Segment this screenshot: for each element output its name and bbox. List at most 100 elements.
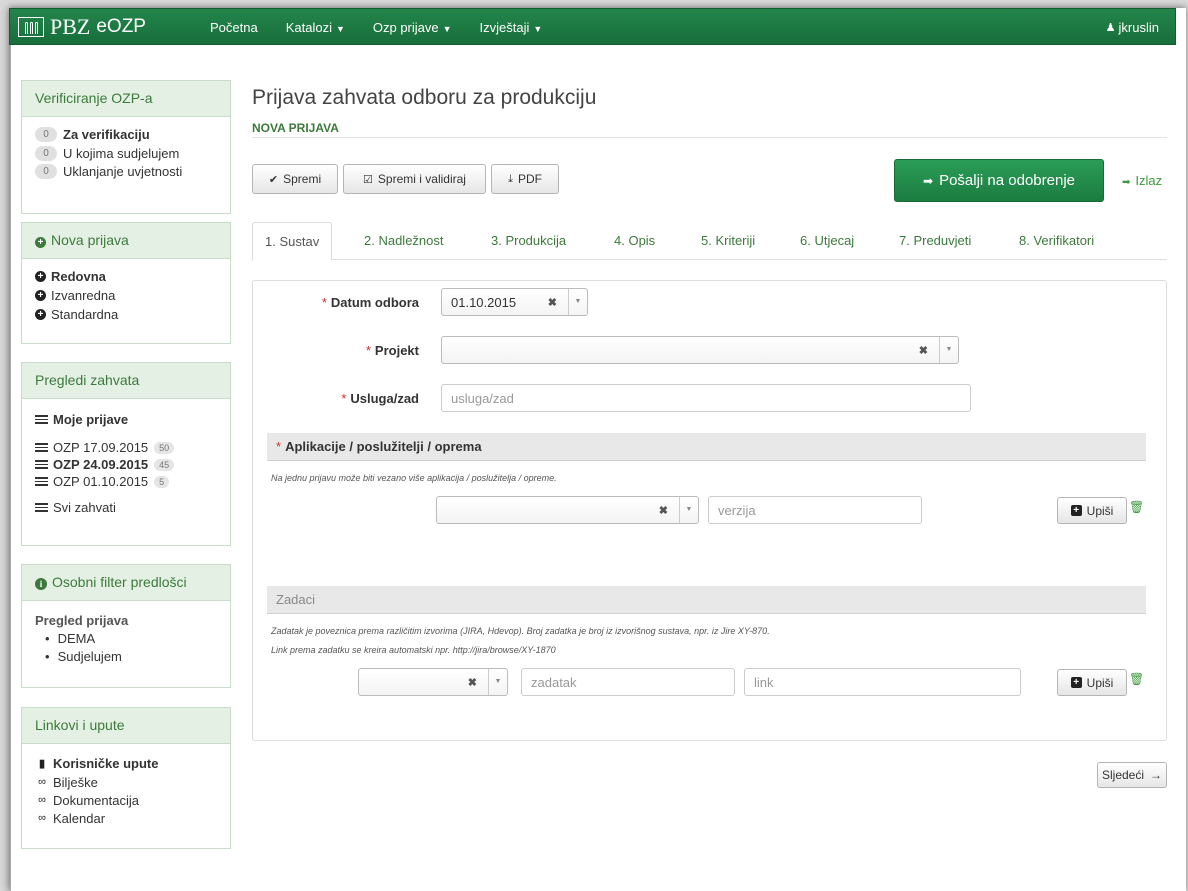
save-label: Spremi <box>283 172 322 186</box>
chevron-down-icon[interactable]: ▼ <box>488 669 507 695</box>
apps-note: Na jednu prijavu može biti vezano više a… <box>271 473 557 483</box>
bullet-icon: • <box>45 648 50 664</box>
task-input[interactable]: zadatak <box>521 668 735 696</box>
brand-eozp: eOZP <box>96 16 146 37</box>
project-select[interactable]: ✖ ▼ <box>441 336 959 364</box>
sidebar-item-label: Korisničke upute <box>53 756 159 771</box>
clear-icon[interactable]: ✖ <box>659 504 668 517</box>
nav-katalozi[interactable]: Katalozi ▼ <box>286 20 345 35</box>
sidebar-item-notes[interactable]: ∞ Bilješke <box>35 773 217 791</box>
brand-logo[interactable]: PBZ eOZP <box>18 12 146 42</box>
sidebar-item-label: Moje prijave <box>53 411 129 427</box>
sidebar-item-calendar[interactable]: ∞ Kalendar <box>35 809 217 827</box>
count-badge: 0 <box>35 127 57 142</box>
sidebar-item-ozp-1709[interactable]: OZP 17.09.2015 50 <box>35 439 217 456</box>
clear-icon[interactable]: ✖ <box>468 676 477 689</box>
next-label: Sljedeći <box>1101 768 1145 782</box>
add-app-label: Upiši <box>1086 503 1114 518</box>
date-value: 01.10.2015 <box>451 295 517 310</box>
arrow-right-icon: → <box>1150 768 1163 782</box>
chevron-down-icon[interactable]: ▼ <box>568 289 587 315</box>
clear-icon[interactable]: ✖ <box>919 344 928 357</box>
chevron-down-icon[interactable]: ▼ <box>939 337 958 363</box>
nav-ozp-prijave[interactable]: Ozp prijave ▼ <box>373 20 452 35</box>
panel-filters-title: Osobni filter predlošci <box>52 574 187 590</box>
save-validate-button[interactable]: ☑ Spremi i validiraj <box>343 164 486 194</box>
send-for-approval-button[interactable]: ➡ Pošalji na odobrenje <box>894 159 1104 202</box>
sidebar-item-for-verification[interactable]: 0 Za verifikaciju <box>35 125 217 144</box>
plus-circle-icon: + <box>35 237 46 248</box>
sidebar-item-label: Sudjelujem <box>57 648 122 664</box>
list-icon <box>35 460 48 469</box>
tab-utjecaj[interactable]: 6. Utjecaj <box>800 222 854 260</box>
sidebar-item-ozp-0110[interactable]: OZP 01.10.2015 5 <box>35 473 217 490</box>
save-button[interactable]: ✔ Spremi <box>252 164 338 194</box>
next-button[interactable]: Sljedeći → <box>1097 762 1167 788</box>
panel-links-title: Linkovi i upute <box>22 708 230 744</box>
panel-new-request-title: Nova prijava <box>51 232 129 248</box>
panel-verify: Verificiranje OZP-a 0 Za verifikaciju 0 … <box>21 80 231 214</box>
tab-verifikatori[interactable]: 8. Verifikatori <box>1019 222 1094 260</box>
exit-link[interactable]: ➡ Izlaz <box>1122 173 1162 188</box>
clear-icon[interactable]: ✖ <box>548 296 557 309</box>
app-select[interactable]: ✖ ▼ <box>436 496 699 524</box>
trash-icon[interactable]: 🗑 <box>1129 500 1144 514</box>
tab-opis[interactable]: 4. Opis <box>614 222 655 260</box>
top-navbar: PBZ eOZP Početna Katalozi ▼ Ozp prijave ▼ … <box>9 8 1176 45</box>
sidebar-item-label: Standardna <box>51 307 119 322</box>
sidebar-item-label: OZP 24.09.2015 <box>53 457 149 472</box>
nav-pocetna[interactable]: Početna <box>210 20 258 35</box>
pdf-button[interactable]: ⤓ PDF <box>491 164 559 194</box>
sidebar-item-user-guide[interactable]: ▮ Korisničke upute <box>35 754 217 773</box>
list-icon <box>35 503 48 512</box>
sidebar-item-standardna[interactable]: + Standardna <box>35 305 217 324</box>
sidebar-item-redovna[interactable]: + Redovna <box>35 267 217 286</box>
tab-produkcija[interactable]: 3. Produkcija <box>491 222 566 260</box>
sidebar-item-documentation[interactable]: ∞ Dokumentacija <box>35 791 217 809</box>
tab-sustav[interactable]: 1. Sustav <box>252 222 333 261</box>
title-divider <box>252 137 1167 138</box>
panel-filters-header: i Osobni filter predlošci <box>22 565 230 601</box>
count-badge: 0 <box>35 163 57 179</box>
filters-subtitle: Pregled prijava <box>35 612 129 628</box>
tab-nadleznost[interactable]: 2. Nadležnost <box>364 222 444 260</box>
sidebar-item-label: OZP 17.09.2015 <box>53 440 149 455</box>
service-input[interactable]: usluga/zad <box>441 384 971 412</box>
add-app-button[interactable]: + Upiši <box>1057 497 1127 524</box>
date-label-text: Datum odbora <box>330 295 419 310</box>
sidebar-item-sudjelujem[interactable]: • Sudjelujem <box>35 647 217 665</box>
trash-icon[interactable]: 🗑 <box>1129 672 1144 686</box>
sidebar-item-izvanredna[interactable]: + Izvanredna <box>35 286 217 305</box>
sidebar-item-dema[interactable]: • DEMA <box>35 629 217 647</box>
user-menu[interactable]: ♟ jkruslin <box>1106 9 1159 46</box>
sidebar-item-label: Redovna <box>51 269 106 284</box>
count-badge: 0 <box>35 145 57 161</box>
tab-preduvjeti[interactable]: 7. Preduvjeti <box>899 222 971 260</box>
page-title: Prijava zahvata odboru za produkciju <box>252 86 597 109</box>
link-icon: ∞ <box>38 776 46 788</box>
sidebar-item-label: Svi zahvati <box>53 500 116 515</box>
task-source-select[interactable]: ✖ ▼ <box>358 668 508 696</box>
plus-circle-icon: + <box>35 290 46 301</box>
sidebar-item-remove-conditions[interactable]: 0 Uklanjanje uvjetnosti <box>35 162 217 180</box>
info-circle-icon: i <box>35 578 47 590</box>
date-select[interactable]: 01.10.2015 ✖ ▼ <box>441 288 588 316</box>
sidebar-item-participating[interactable]: 0 U kojima sudjelujem <box>35 144 217 162</box>
caret-down-icon: ▼ <box>335 24 345 34</box>
sidebar-item-ozp-2409[interactable]: OZP 24.09.2015 45 <box>35 456 217 473</box>
add-task-button[interactable]: + Upiši <box>1057 669 1127 696</box>
pdf-label: PDF <box>517 172 542 186</box>
version-input[interactable]: verzija <box>708 496 922 524</box>
sidebar-item-all[interactable]: Svi zahvati <box>35 499 217 516</box>
nav-ozp-prijave-label: Ozp prijave <box>372 20 439 35</box>
sidebar-item-my-requests[interactable]: Moje prijave <box>35 409 217 429</box>
add-task-label: Upiši <box>1086 675 1114 690</box>
nav-katalozi-label: Katalozi <box>285 20 332 35</box>
count-badge: 45 <box>154 458 175 471</box>
panel-new-request: + Nova prijava + Redovna + Izvanredna + Stan… <box>21 222 231 344</box>
tab-kriteriji[interactable]: 5. Kriteriji <box>701 222 755 260</box>
sign-out-icon: ➡ <box>1122 177 1131 188</box>
chevron-down-icon[interactable]: ▼ <box>679 497 698 523</box>
nav-izvjestaji[interactable]: Izvještaji ▼ <box>480 20 543 35</box>
link-input[interactable]: link <box>744 668 1021 696</box>
